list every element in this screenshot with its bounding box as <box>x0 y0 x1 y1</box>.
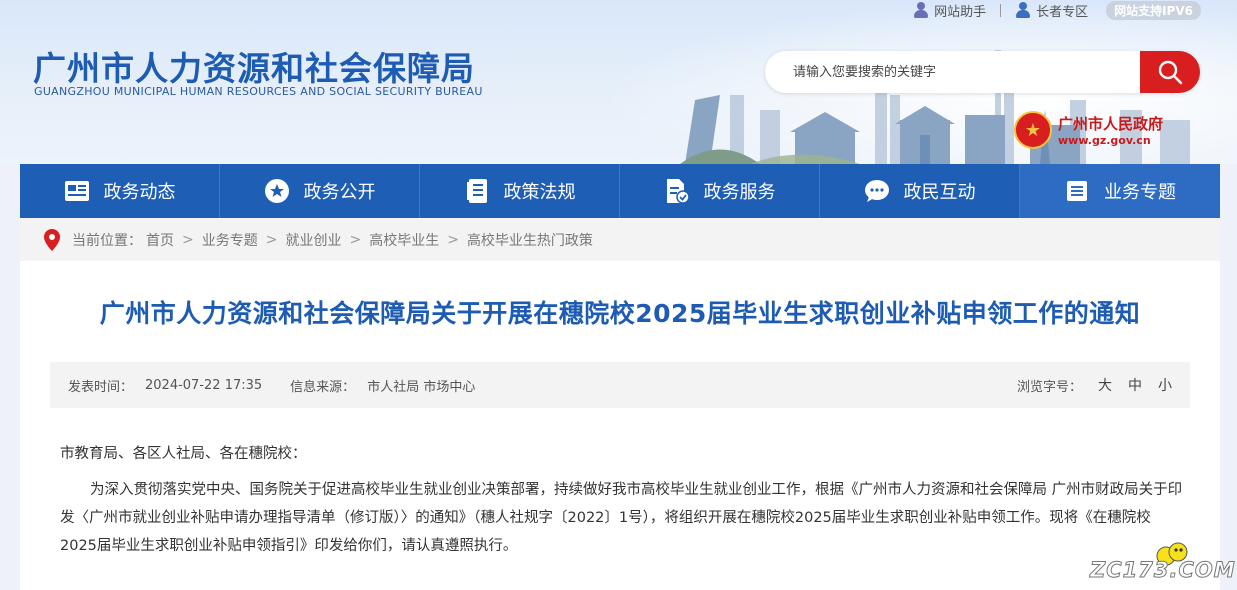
breadcrumb-separator: > <box>447 231 459 248</box>
nav-item-disclosure[interactable]: 政务公开 <box>220 164 420 218</box>
article-title: 广州市人力资源和社会保障局关于开展在穗院校2025届毕业生求职创业补贴申领工作的… <box>99 299 1141 328</box>
location-pin-icon <box>44 228 60 251</box>
ipv6-badge: 网站支持IPV6 <box>1106 0 1201 20</box>
national-emblem-icon: ★ <box>1014 111 1052 149</box>
search-button[interactable] <box>1140 51 1200 93</box>
breadcrumb-employment[interactable]: 就业创业 <box>285 230 341 250</box>
chat-icon <box>864 178 890 204</box>
source-label: 信息来源： <box>290 379 356 395</box>
publish-date-label: 发表时间： <box>68 379 134 395</box>
article-paragraph: 为深入贯彻落实党中央、国务院关于促进高校毕业生就业创业决策部署，持续做好我市高校… <box>60 482 1183 554</box>
breadcrumb-separator: > <box>265 231 278 248</box>
topbar-divider <box>1000 3 1002 17</box>
search-box <box>765 51 1200 93</box>
nav-item-interaction[interactable]: 政民互动 <box>820 164 1020 218</box>
breadcrumb-separator: > <box>182 231 194 248</box>
nav-item-service[interactable]: 政务服务 <box>620 164 820 218</box>
article-body: 市教育局、各区人社局、各在穗院校： 为深入贯彻落实党中央、国务院关于促进高校毕业… <box>60 440 1186 568</box>
bureau-logo-en: GUANGZHOU MUNICIPAL HUMAN RESOURCES AND … <box>34 85 483 98</box>
source-value: 市人社局 市场中心 <box>367 379 476 395</box>
publish-date-value: 2024-07-22 17:35 <box>145 377 263 393</box>
nav-label-interaction: 政民互动 <box>903 182 976 203</box>
article-card: 当前位置： 首页 > 业务专题 > 就业创业 > 高校毕业生 > 高校毕业生热门… <box>20 218 1220 590</box>
elder-zone-link[interactable]: 长者专区 <box>1015 1 1088 20</box>
nav-item-news[interactable]: 政务动态 <box>20 164 220 218</box>
bureau-logo-cn[interactable]: 广州市人力资源和社会保障局 <box>33 42 475 90</box>
search-input[interactable] <box>765 51 1140 93</box>
breadcrumb-home[interactable]: 首页 <box>146 230 174 250</box>
gz-government-link[interactable]: ★ 广州市人民政府 www.gz.gov.cn <box>1014 111 1163 149</box>
search-icon <box>1158 60 1183 85</box>
font-size-small-button[interactable]: 小 <box>1158 375 1172 395</box>
breadcrumb-prefix: 当前位置： <box>72 232 142 249</box>
breadcrumb-topics[interactable]: 业务专题 <box>202 230 258 250</box>
gov-url: www.gz.gov.cn <box>1058 134 1151 147</box>
site-watermark: ZC173.COM <box>1090 540 1235 586</box>
elder-zone-label: 长者专区 <box>1036 4 1089 20</box>
site-assistant-label: 网站助手 <box>934 4 987 20</box>
breadcrumb-separator: > <box>349 231 362 248</box>
assistant-icon <box>913 2 929 18</box>
top-utility-bar: 网站助手 长者专区 网站支持IPV6 <box>913 0 1201 20</box>
article-salutation: 市教育局、各区人社局、各在穗院校： <box>60 446 307 462</box>
service-icon <box>664 178 690 204</box>
font-size-medium-button[interactable]: 中 <box>1128 375 1142 395</box>
nav-label-service: 政务服务 <box>703 182 776 203</box>
breadcrumb-graduates[interactable]: 高校毕业生 <box>369 230 439 250</box>
site-header: 网站助手 长者专区 网站支持IPV6 广州市人力资源和社会保障局 GUANGZH… <box>0 0 1237 164</box>
topic-icon <box>1064 178 1090 204</box>
nav-item-topics[interactable]: 业务专题 <box>1020 164 1220 218</box>
nav-label-topics: 业务专题 <box>1104 182 1176 203</box>
watermark-text: ZC173.COM <box>1090 558 1236 583</box>
star-icon <box>264 178 290 204</box>
breadcrumb: 当前位置： 首页 > 业务专题 > 就业创业 > 高校毕业生 > 高校毕业生热门… <box>20 218 1220 261</box>
breadcrumb-hot-policies[interactable]: 高校毕业生热门政策 <box>467 230 593 250</box>
font-size-large-button[interactable]: 大 <box>1098 375 1112 395</box>
news-icon <box>64 178 90 204</box>
elder-icon <box>1015 2 1031 18</box>
nav-item-policy[interactable]: 政策法规 <box>420 164 620 218</box>
nav-label-policy: 政策法规 <box>503 182 576 203</box>
main-nav: 政务动态 政务公开 政策法规 政务服务 政民互动 业务专题 <box>20 164 1220 218</box>
nav-label-news: 政务动态 <box>103 182 176 203</box>
document-icon <box>464 178 490 204</box>
gov-name: 广州市人民政府 <box>1058 115 1164 133</box>
site-assistant-link[interactable]: 网站助手 <box>913 1 986 20</box>
article-meta-bar: 发表时间： 2024-07-22 17:35 信息来源： 市人社局 市场中心 浏… <box>50 362 1190 408</box>
nav-label-disclosure: 政务公开 <box>303 182 376 203</box>
font-size-label: 浏览字号： <box>1016 379 1082 395</box>
